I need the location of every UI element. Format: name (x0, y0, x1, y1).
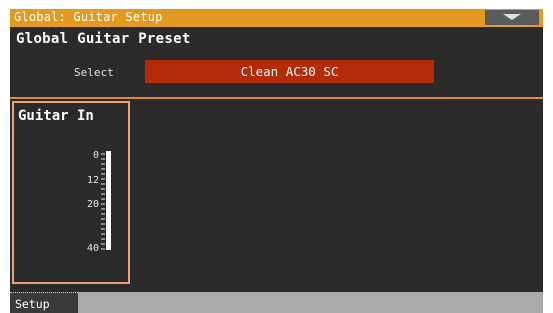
screen: Global: Guitar Setup Global Guitar Prese… (10, 9, 543, 313)
triangle-down-icon (503, 14, 521, 20)
guitar-in-meter: 0 12 20 40 (87, 150, 111, 254)
preset-select-value: Clean AC30 SC (240, 64, 339, 79)
scale-label-20: 20 (87, 199, 99, 210)
tab-setup[interactable]: Setup (10, 292, 78, 313)
divider (10, 97, 543, 99)
scale-label-40: 40 (87, 243, 99, 254)
section-title: Global Guitar Preset (16, 31, 191, 47)
guitar-in-panel: Guitar In 0 12 20 40 (12, 101, 130, 284)
preset-section: Global Guitar Preset Select Clean AC30 S… (10, 27, 543, 97)
tab-setup-label: Setup (15, 297, 50, 311)
scale-label-12: 12 (87, 175, 99, 186)
tab-bar: Setup (10, 292, 543, 313)
page-menu-button[interactable] (485, 10, 539, 25)
meter-ticks (101, 153, 105, 250)
meter-bar (106, 151, 111, 250)
preset-select-field[interactable]: Clean AC30 SC (145, 60, 434, 83)
select-label: Select (74, 66, 114, 79)
scale-label-0: 0 (93, 150, 99, 161)
title-bar: Global: Guitar Setup (10, 9, 543, 27)
window-title: Global: Guitar Setup (14, 10, 163, 24)
